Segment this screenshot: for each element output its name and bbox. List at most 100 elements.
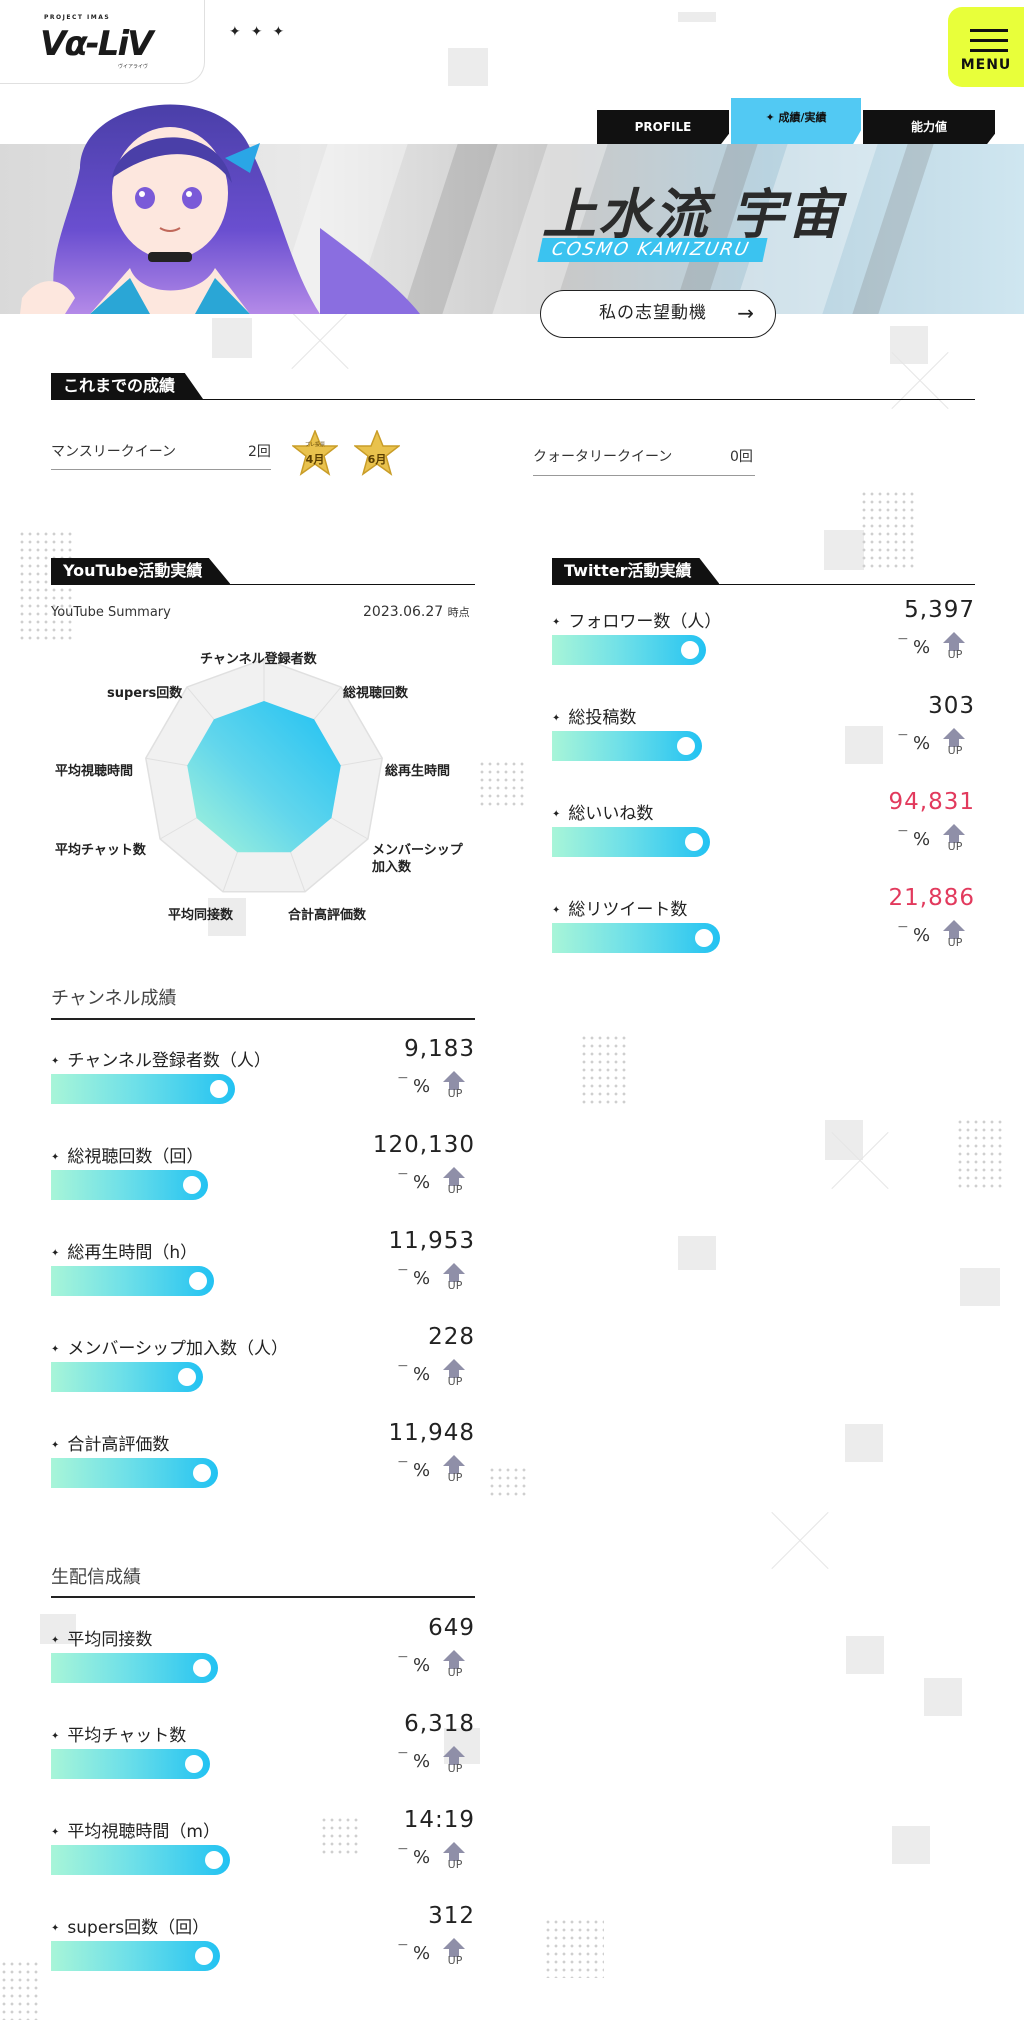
svg-text:プレ投票: プレ投票 bbox=[305, 441, 325, 448]
stat-change-indicator: −% UP bbox=[397, 1358, 477, 1388]
radar-label: 平均視聴時間 bbox=[55, 764, 134, 779]
stat-name: ✦ 総リツイート数 bbox=[552, 900, 688, 920]
stat-progress-bar bbox=[552, 635, 706, 665]
stat-progress-bar bbox=[51, 1266, 214, 1296]
logo-subtitle: PROJECT IMAS bbox=[44, 14, 111, 21]
motive-video-button[interactable]: 私の志望動機 → bbox=[540, 290, 776, 338]
sparkle-icon: ✦ bbox=[552, 713, 561, 724]
stat-value: 11,948 bbox=[388, 1420, 475, 1446]
svg-text:UP: UP bbox=[448, 1087, 463, 1098]
bar-knob bbox=[677, 737, 695, 755]
change-percent: % bbox=[413, 1268, 431, 1289]
bar-knob bbox=[205, 1851, 223, 1869]
sparkle-icon: ✦ bbox=[51, 1923, 60, 1934]
svg-text:UP: UP bbox=[448, 1279, 463, 1290]
tab-abilities[interactable]: 能力値 bbox=[863, 110, 995, 144]
svg-text:UP: UP bbox=[948, 648, 963, 659]
tab-profile[interactable]: PROFILE bbox=[597, 110, 729, 144]
stat-name: ✦ 平均チャット数 bbox=[51, 1726, 187, 1746]
sparkle-stars-icon: ✦✦✦ bbox=[229, 24, 295, 40]
stat-value: 21,886 bbox=[888, 885, 975, 911]
stat-name: ✦ 平均同接数 bbox=[51, 1630, 153, 1650]
star-badge-icon: 6月 bbox=[354, 430, 400, 476]
svg-text:UP: UP bbox=[448, 1183, 463, 1194]
menu-button[interactable]: MENU bbox=[948, 7, 1024, 87]
stat-change-indicator: −% UP bbox=[397, 1937, 477, 1967]
stat-value: 5,397 bbox=[904, 597, 975, 623]
stat-progress-bar bbox=[51, 1749, 210, 1779]
svg-text:6月: 6月 bbox=[368, 453, 387, 466]
change-dash: − bbox=[897, 823, 909, 839]
stat-progress-bar bbox=[51, 1845, 230, 1875]
logo-wordmark: Vα-LiV bbox=[40, 24, 153, 64]
change-percent: % bbox=[413, 1943, 431, 1964]
up-arrow-icon: UP bbox=[443, 1938, 465, 1965]
bar-knob bbox=[685, 833, 703, 851]
stat-value: 14:19 bbox=[403, 1807, 475, 1833]
stat-value: 94,831 bbox=[888, 789, 975, 815]
svg-text:UP: UP bbox=[448, 1471, 463, 1482]
change-dash: − bbox=[397, 1649, 409, 1665]
change-percent: % bbox=[413, 1076, 431, 1097]
quarterly-queen-label: クォータリークイーン bbox=[533, 449, 673, 465]
youtube-section-header: YouTube活動実績 bbox=[51, 558, 475, 585]
change-dash: − bbox=[397, 1454, 409, 1470]
stat-progress-bar bbox=[51, 1362, 203, 1392]
bar-knob bbox=[210, 1080, 228, 1098]
radar-label: supers回数 bbox=[107, 686, 183, 701]
twitter-title: Twitter活動実績 bbox=[552, 558, 720, 584]
bar-knob bbox=[681, 641, 699, 659]
svg-text:UP: UP bbox=[448, 1375, 463, 1386]
sparkle-icon: ✦ bbox=[552, 905, 561, 916]
stat-progress-bar bbox=[51, 1941, 220, 1971]
stat-value: 312 bbox=[428, 1903, 475, 1929]
radar-label: 合計高評価数 bbox=[288, 908, 367, 923]
sparkle-icon: ✦ bbox=[51, 1731, 60, 1742]
change-dash: − bbox=[397, 1070, 409, 1086]
achievements-title: これまでの成績 bbox=[51, 373, 204, 399]
bar-knob bbox=[195, 1947, 213, 1965]
profile-tabs: PROFILE ✦ 成績/実績 能力値 bbox=[597, 98, 997, 144]
svg-text:UP: UP bbox=[948, 936, 963, 947]
sparkle-icon: ✦ bbox=[51, 1344, 60, 1355]
sparkle-icon: ✦ bbox=[552, 617, 561, 628]
youtube-title: YouTube活動実績 bbox=[51, 558, 231, 584]
stat-value: 228 bbox=[428, 1324, 475, 1350]
bar-knob bbox=[183, 1176, 201, 1194]
stat-change-indicator: −% UP bbox=[897, 823, 977, 853]
tab-achievements[interactable]: ✦ 成績/実績 bbox=[731, 98, 861, 144]
up-arrow-icon: UP bbox=[443, 1650, 465, 1677]
arrow-right-icon: → bbox=[737, 301, 755, 325]
stat-value: 120,130 bbox=[372, 1132, 475, 1158]
stat-name: ✦ 総再生時間（h） bbox=[51, 1243, 198, 1263]
logo-kana: ヴイアライヴ bbox=[118, 64, 149, 70]
change-dash: − bbox=[897, 919, 909, 935]
change-dash: − bbox=[397, 1841, 409, 1857]
monthly-queen-label: マンスリークイーン bbox=[51, 444, 177, 460]
change-dash: − bbox=[397, 1358, 409, 1374]
stat-progress-bar bbox=[552, 827, 710, 857]
svg-text:UP: UP bbox=[948, 840, 963, 851]
stat-change-indicator: −% UP bbox=[897, 919, 977, 949]
change-percent: % bbox=[913, 637, 931, 658]
stat-progress-bar bbox=[552, 923, 720, 953]
stat-name: ✦ チャンネル登録者数（人） bbox=[51, 1051, 271, 1071]
radar-label: 平均同接数 bbox=[168, 908, 234, 923]
site-logo[interactable]: PROJECT IMAS Vα-LiV ヴイアライヴ bbox=[0, 0, 205, 84]
channel-stats-heading: チャンネル成績 bbox=[51, 988, 177, 1009]
star-badge-icon: プレ投票 4月 bbox=[292, 430, 338, 476]
up-arrow-icon: UP bbox=[443, 1455, 465, 1482]
stat-name: ✦ 総視聴回数（回） bbox=[51, 1147, 204, 1167]
up-arrow-icon: UP bbox=[943, 920, 965, 947]
up-arrow-icon: UP bbox=[443, 1167, 465, 1194]
change-percent: % bbox=[913, 829, 931, 850]
youtube-summary-date: 2023.06.27 時点 bbox=[363, 604, 470, 620]
live-stats-heading: 生配信成績 bbox=[51, 1567, 141, 1588]
change-dash: − bbox=[897, 727, 909, 743]
sparkle-icon: ✦ bbox=[51, 1635, 60, 1646]
sparkle-icon: ✦ bbox=[51, 1056, 60, 1067]
menu-label: MENU bbox=[960, 57, 1012, 73]
svg-text:UP: UP bbox=[448, 1762, 463, 1773]
sparkle-icon: ✦ bbox=[552, 809, 561, 820]
stat-change-indicator: −% UP bbox=[397, 1166, 477, 1196]
